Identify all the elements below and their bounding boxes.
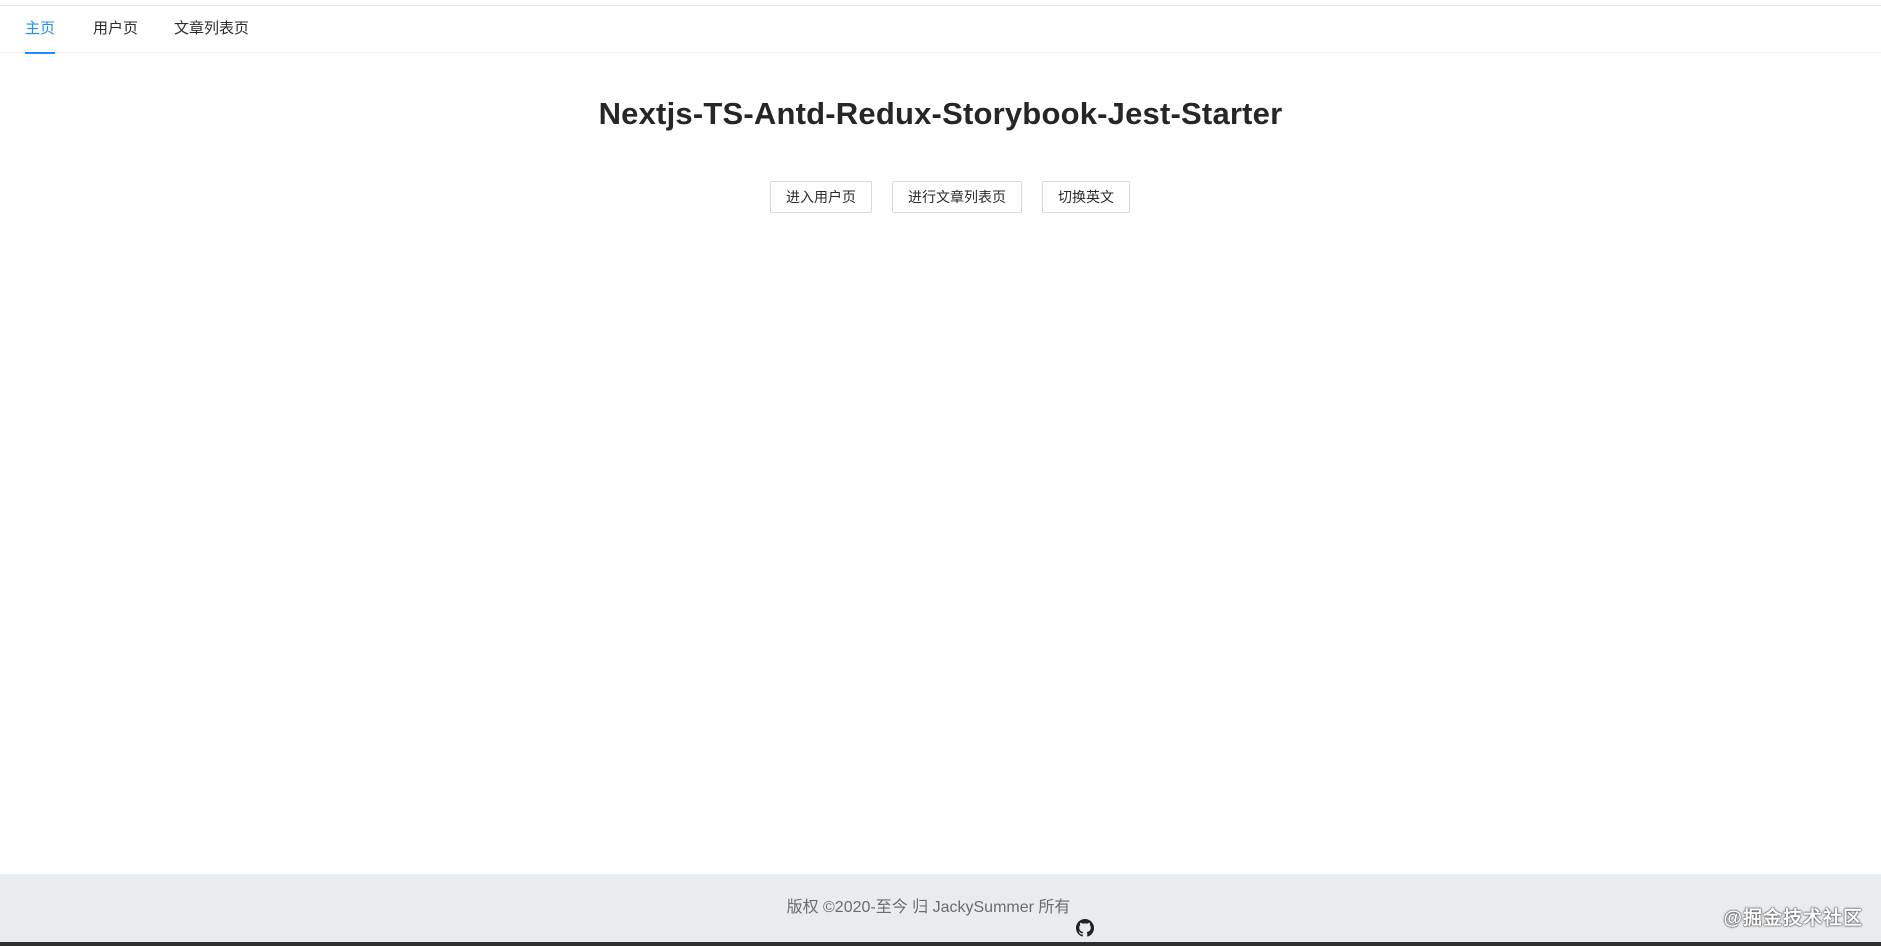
github-icon[interactable] xyxy=(1076,899,1095,937)
bottom-edge xyxy=(0,942,1881,946)
footer: 版权 ©2020-至今 归 JackySummer 所有 xyxy=(0,874,1881,942)
copyright-text: 版权 ©2020-至今 归 JackySummer 所有 xyxy=(786,899,1071,916)
go-to-articles-button[interactable]: 进行文章列表页 xyxy=(892,181,1022,213)
nav-item-articles[interactable]: 文章列表页 xyxy=(174,6,249,53)
go-to-users-button[interactable]: 进入用户页 xyxy=(770,181,872,213)
footer-content: 版权 ©2020-至今 归 JackySummer 所有 xyxy=(787,874,1095,942)
nav-item-users[interactable]: 用户页 xyxy=(93,6,138,53)
top-nav-menu: 主页 用户页 文章列表页 xyxy=(0,6,1881,54)
switch-language-button[interactable]: 切换英文 xyxy=(1042,181,1130,213)
watermark-text: @掘金技术社区 xyxy=(1723,908,1863,929)
nav-item-home[interactable]: 主页 xyxy=(25,6,56,54)
page: 主页 用户页 文章列表页 Nextjs-TS-Antd-Redux-Storyb… xyxy=(0,0,1881,946)
page-title: Nextjs-TS-Antd-Redux-Storybook-Jest-Star… xyxy=(598,96,1283,131)
